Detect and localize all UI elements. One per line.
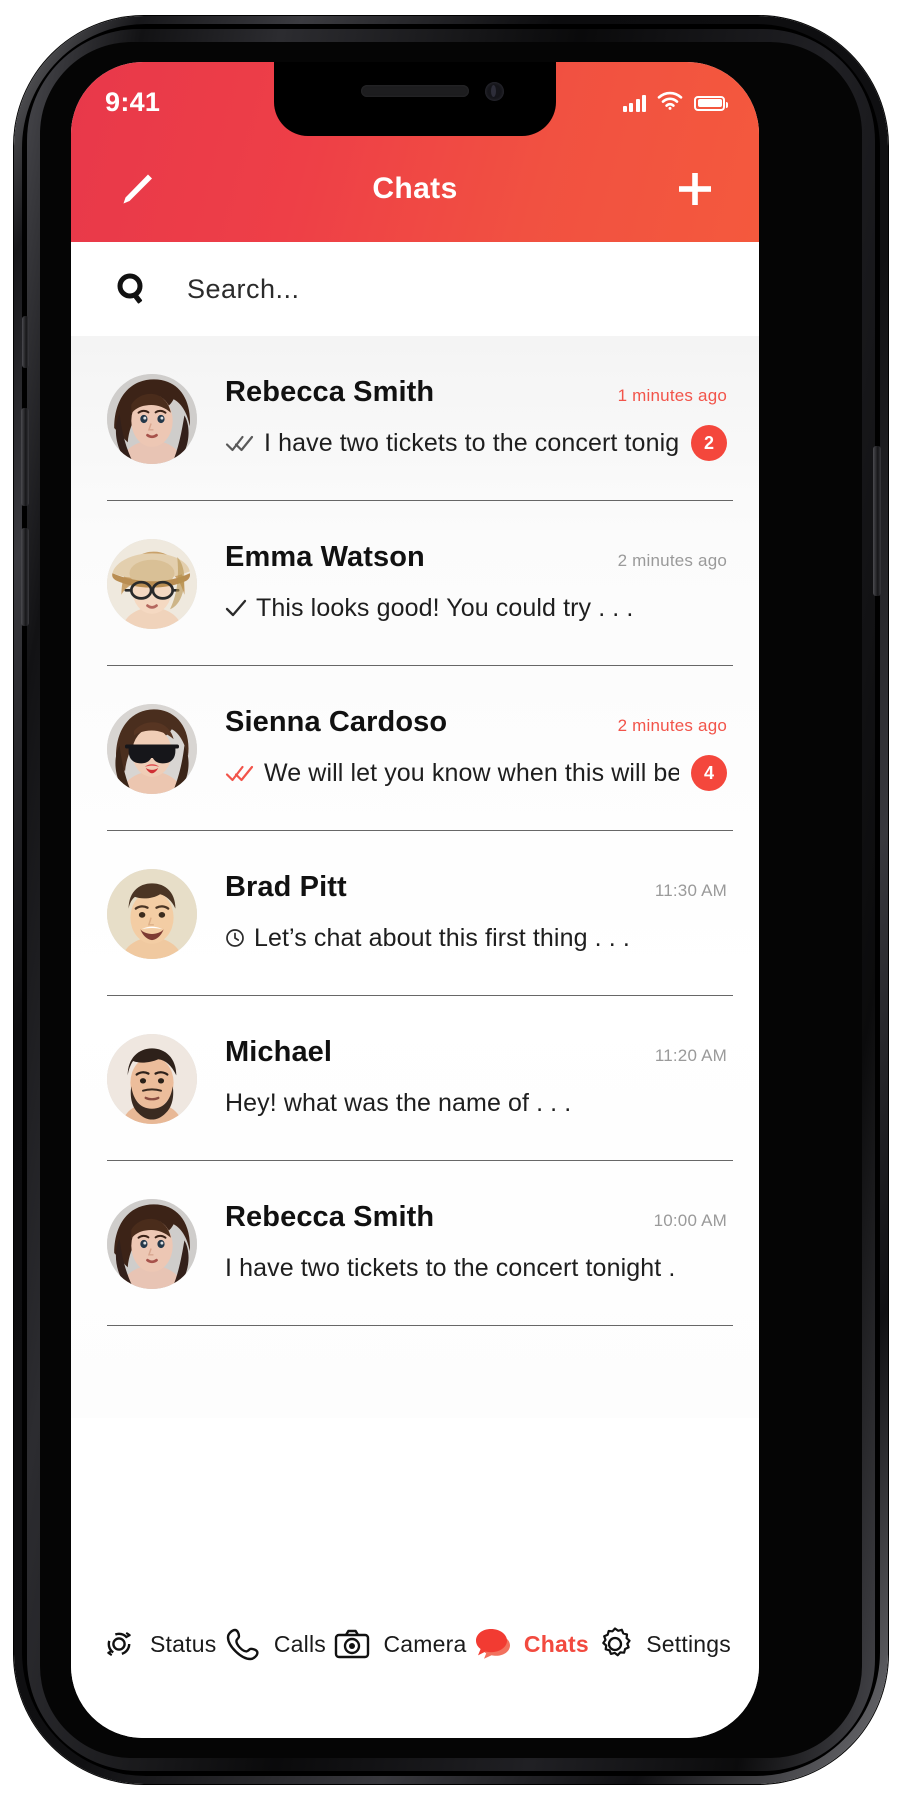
message-preview: Let’s chat about this first thing . . . (254, 923, 630, 952)
phone-icon (223, 1624, 263, 1664)
tab-label: Calls (273, 1630, 326, 1657)
list-divider (107, 1324, 733, 1326)
tab-settings[interactable]: Settings (595, 1624, 731, 1664)
contact-name: Michael (225, 1036, 333, 1068)
search-bar[interactable]: Search... (71, 242, 759, 336)
chat-item-header: Rebecca Smith 1 minutes ago (225, 376, 727, 409)
contact-name: Emma Watson (225, 541, 425, 573)
clock-pending-icon (225, 928, 245, 948)
status-rings-icon (99, 1624, 139, 1664)
bottom-tab-bar[interactable]: Status Calls Camera Chats Settings (71, 1598, 759, 1738)
avatar (107, 1033, 197, 1124)
volume-up-button[interactable] (21, 408, 29, 506)
avatar (107, 703, 197, 794)
tab-label: Settings (646, 1630, 731, 1657)
chat-list-item[interactable]: Rebecca Smith 1 minutes ago I have two t… (71, 336, 759, 501)
chat-list-item[interactable]: Rebecca Smith 10:00 AM I have two ticket… (71, 1161, 759, 1326)
timestamp: 2 minutes ago (617, 716, 727, 735)
contact-name: Rebecca Smith (225, 376, 435, 408)
unread-count-badge: 2 (691, 425, 727, 461)
chat-item-header: Rebecca Smith 10:00 AM (225, 1201, 727, 1234)
chat-item-preview-row: I have two tickets to the concert tonigh… (225, 1250, 727, 1286)
wifi-icon (657, 91, 683, 115)
chat-bubbles-icon (473, 1624, 513, 1664)
power-button[interactable] (873, 446, 881, 596)
chat-list-item[interactable]: Sienna Cardoso 2 minutes ago We will let… (71, 666, 759, 831)
tab-label: Chats (523, 1630, 589, 1657)
search-input-placeholder[interactable]: Search... (187, 274, 300, 305)
single-check-icon (225, 598, 247, 618)
chat-item-body: Sienna Cardoso 2 minutes ago We will let… (225, 706, 733, 791)
chat-item-header: Sienna Cardoso 2 minutes ago (225, 706, 727, 739)
chat-item-preview-row: I have two tickets to the concert tonigh… (225, 425, 727, 461)
chat-item-preview-row: We will let you know when this will be .… (225, 755, 727, 791)
phone-screen: 9:41 Chats Search... Rebecca Smith 1 min… (71, 62, 759, 1738)
timestamp: 11:30 AM (654, 881, 727, 900)
timestamp: 1 minutes ago (617, 386, 727, 405)
timestamp: 10:00 AM (653, 1211, 727, 1230)
chat-list-item[interactable]: Brad Pitt 11:30 AM Let’s chat about this… (71, 831, 759, 996)
nav-bar: Chats (71, 136, 759, 242)
camera-icon (332, 1624, 372, 1664)
tab-status[interactable]: Status (99, 1624, 216, 1664)
message-preview: I have two tickets to the concert tonigh… (225, 1253, 679, 1282)
page-title: Chats (372, 172, 458, 205)
chat-list-item[interactable]: Michael 11:20 AM Hey! what was the name … (71, 996, 759, 1161)
message-preview: This looks good! You could try . . . (256, 593, 634, 622)
chat-item-header: Emma Watson 2 minutes ago (225, 541, 727, 574)
contact-name: Sienna Cardoso (225, 706, 448, 738)
chat-list[interactable]: Rebecca Smith 1 minutes ago I have two t… (71, 336, 759, 1418)
plus-icon[interactable] (669, 163, 721, 215)
chat-item-body: Rebecca Smith 10:00 AM I have two ticket… (225, 1201, 733, 1286)
message-preview: I have two tickets to the concert tonigh… (264, 428, 679, 457)
status-bar-clock: 9:41 (105, 86, 161, 117)
double-check-read-icon (225, 433, 255, 453)
phone-frame: 9:41 Chats Search... Rebecca Smith 1 min… (14, 16, 888, 1784)
chat-item-preview-row: Let’s chat about this first thing . . . (225, 920, 727, 956)
search-icon (115, 272, 149, 306)
chat-item-body: Brad Pitt 11:30 AM Let’s chat about this… (225, 871, 733, 956)
avatar (107, 1198, 197, 1289)
screenshot-canvas: 9:41 Chats Search... Rebecca Smith 1 min… (0, 0, 902, 1800)
message-preview: Hey! what was the name of . . . (225, 1088, 572, 1117)
gear-icon (595, 1624, 635, 1664)
earpiece-speaker (361, 85, 469, 97)
message-preview: We will let you know when this will be .… (264, 758, 679, 787)
chat-list-item[interactable]: Emma Watson 2 minutes ago This looks goo… (71, 501, 759, 666)
tab-label: Status (150, 1630, 217, 1657)
front-camera-icon (485, 82, 504, 101)
tab-calls[interactable]: Calls (223, 1624, 326, 1664)
chat-item-preview-row: This looks good! You could try . . . (225, 590, 727, 626)
tab-label: Camera (383, 1630, 467, 1657)
pencil-compose-icon[interactable] (109, 163, 161, 215)
avatar (107, 538, 197, 629)
contact-name: Brad Pitt (225, 871, 347, 903)
tab-camera[interactable]: Camera (332, 1624, 466, 1664)
chat-item-body: Michael 11:20 AM Hey! what was the name … (225, 1036, 733, 1121)
contact-name: Rebecca Smith (225, 1201, 435, 1233)
chat-item-header: Michael 11:20 AM (225, 1036, 727, 1069)
double-check-read-icon (225, 763, 255, 783)
battery-full-icon (694, 95, 728, 111)
avatar (107, 373, 197, 464)
avatar (107, 868, 197, 959)
unread-count-badge: 4 (691, 755, 727, 791)
chat-item-preview-row: Hey! what was the name of . . . (225, 1085, 727, 1121)
cellular-signal-icon (622, 94, 646, 112)
chat-item-header: Brad Pitt 11:30 AM (225, 871, 727, 904)
volume-down-button[interactable] (21, 528, 29, 626)
chat-item-body: Rebecca Smith 1 minutes ago I have two t… (225, 376, 733, 461)
timestamp: 11:20 AM (654, 1046, 727, 1065)
timestamp: 2 minutes ago (617, 551, 727, 570)
mute-switch[interactable] (22, 316, 29, 368)
device-notch (274, 62, 556, 136)
status-bar-indicators (622, 83, 728, 115)
tab-chats[interactable]: Chats (473, 1624, 589, 1664)
chat-item-body: Emma Watson 2 minutes ago This looks goo… (225, 541, 733, 626)
